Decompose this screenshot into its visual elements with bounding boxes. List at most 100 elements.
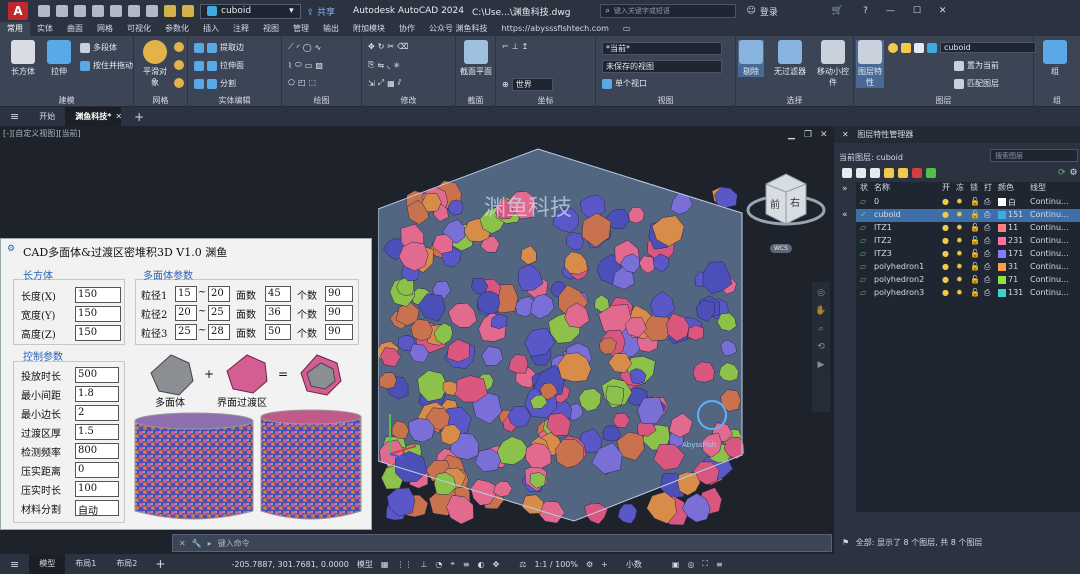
new-property-filter-icon[interactable] bbox=[842, 168, 852, 178]
explode-icon[interactable]: ✳ bbox=[393, 61, 400, 70]
layer-lock-icon[interactable]: 🔓 bbox=[970, 210, 980, 219]
gizmo-status-icon[interactable]: ✥ bbox=[493, 560, 500, 569]
ucs-world-dropdown[interactable]: ⊕ 世界 bbox=[502, 78, 553, 91]
help-icon[interactable]: ? bbox=[863, 6, 868, 16]
zoom-scale-dropdown[interactable]: 1:1 / 100% bbox=[534, 560, 578, 569]
col-status[interactable]: 状 bbox=[860, 182, 868, 195]
layer-color-swatch[interactable] bbox=[998, 289, 1006, 297]
snap-icon[interactable]: ⋮⋮ bbox=[396, 560, 412, 569]
size-min-input[interactable]: 15 bbox=[175, 286, 197, 302]
model-space-toggle[interactable]: 模型 bbox=[357, 559, 373, 570]
palette-close-icon[interactable]: ✕ bbox=[842, 130, 849, 139]
layer-states-icon[interactable] bbox=[870, 168, 880, 178]
layer-color[interactable]: 131 bbox=[1008, 288, 1023, 297]
layer-freeze-icon[interactable]: ✹ bbox=[956, 197, 963, 206]
showmotion-icon[interactable]: ▶ bbox=[818, 360, 825, 370]
arc-icon[interactable]: ◜ bbox=[297, 43, 300, 52]
layer-lock-icon[interactable]: 🔓 bbox=[970, 275, 980, 284]
layer-lock-icon[interactable]: 🔓 bbox=[970, 236, 980, 245]
layer-color-swatch[interactable] bbox=[998, 198, 1006, 206]
layer-color-swatch[interactable] bbox=[998, 276, 1006, 284]
no-filter-button[interactable]: 无过滤器 bbox=[770, 40, 810, 77]
plot-icon[interactable] bbox=[110, 5, 122, 17]
separate-button[interactable]: 分割 bbox=[194, 78, 236, 89]
layer-on-icon[interactable]: ● bbox=[942, 262, 949, 271]
col-on[interactable]: 开 bbox=[942, 182, 950, 195]
region-icon[interactable]: ◰ bbox=[298, 78, 306, 87]
cmd-prompt-icon[interactable]: ▸ bbox=[208, 539, 212, 548]
settings-icon[interactable]: ⚙ bbox=[1070, 168, 1078, 178]
layer-color-swatch[interactable] bbox=[998, 250, 1006, 258]
isolate-icon[interactable]: ◎ bbox=[687, 560, 694, 569]
polysolid-button[interactable]: 多段体 bbox=[80, 42, 117, 53]
viewport-close-icon[interactable]: ✕ bbox=[820, 130, 828, 140]
annotate-plus-icon[interactable]: + bbox=[601, 560, 608, 569]
count-input[interactable]: 90 bbox=[325, 305, 353, 321]
annotation-scale-icon[interactable]: ⚖ bbox=[519, 560, 526, 569]
section-plane-button[interactable]: 截面平面 bbox=[460, 40, 492, 77]
box-button[interactable]: 长方体 bbox=[6, 40, 40, 77]
save-as-icon[interactable] bbox=[92, 5, 104, 17]
transparency-icon[interactable]: ◐ bbox=[478, 560, 485, 569]
clean-screen-icon[interactable]: ⛶ bbox=[702, 559, 708, 569]
search-input[interactable]: ⌕ 键入关键字或短语 bbox=[600, 4, 737, 18]
ellipse-icon[interactable]: ⬭ bbox=[295, 60, 302, 70]
count-input[interactable]: 90 bbox=[325, 324, 353, 340]
tab-insert[interactable]: 插入 bbox=[196, 22, 226, 36]
layer-linetype[interactable]: Continu... bbox=[1030, 223, 1069, 232]
mesh-crease-icon[interactable] bbox=[174, 78, 184, 88]
layer-row[interactable]: ▱ polyhedron2 ● ✹ 🔓 ⎙ 71 Continu... bbox=[856, 274, 1080, 287]
polyline-icon[interactable]: ⌇ bbox=[288, 61, 292, 70]
pan-icon[interactable]: ✋ bbox=[815, 306, 826, 316]
refresh-icon[interactable]: ⟳ bbox=[1058, 168, 1066, 178]
tab-surface[interactable]: 曲面 bbox=[60, 22, 90, 36]
filter-icon[interactable]: ⚑ bbox=[842, 538, 849, 547]
tab-model[interactable]: 模型 bbox=[29, 554, 66, 574]
layer-plot-icon[interactable]: ⎙ bbox=[984, 197, 990, 207]
match-layer-button[interactable]: 匹配图层 bbox=[954, 78, 999, 89]
layer-linetype[interactable]: Continu... bbox=[1030, 236, 1069, 245]
layer-plot-icon[interactable]: ⎙ bbox=[984, 288, 990, 298]
new-file-icon[interactable] bbox=[38, 5, 50, 17]
col-freeze[interactable]: 冻 bbox=[956, 182, 964, 195]
layer-row[interactable]: ▱ ITZ1 ● ✹ 🔓 ⎙ 11 Continu... bbox=[856, 222, 1080, 235]
sun-icon[interactable] bbox=[182, 5, 194, 17]
layer-linetype[interactable]: Continu... bbox=[1030, 197, 1069, 206]
layer-plot-icon[interactable]: ⎙ bbox=[984, 236, 990, 246]
login-button[interactable]: 登录 bbox=[760, 5, 778, 18]
tab-mesh[interactable]: 网格 bbox=[90, 22, 120, 36]
layer-plot-icon[interactable]: ⎙ bbox=[984, 223, 990, 233]
ucs-z-icon[interactable]: ↥ bbox=[522, 42, 529, 51]
tab-visualize[interactable]: 可视化 bbox=[120, 22, 158, 36]
array-icon[interactable]: ▦ bbox=[387, 79, 395, 88]
copy-icon[interactable]: ⎘ bbox=[368, 60, 374, 70]
offset-icon[interactable]: ⫽ bbox=[398, 78, 402, 88]
tab-collaborate[interactable]: 协作 bbox=[392, 22, 422, 36]
layer-plot-icon[interactable]: ⎙ bbox=[984, 210, 990, 220]
trim-icon[interactable]: ✂ bbox=[387, 42, 394, 51]
tab-annotate[interactable]: 注释 bbox=[226, 22, 256, 36]
layer-color[interactable]: 71 bbox=[1008, 275, 1018, 284]
scale-icon[interactable]: ⤢ bbox=[378, 78, 384, 88]
wcs-menu[interactable]: WCS bbox=[770, 244, 792, 253]
col-plot[interactable]: 打 bbox=[984, 182, 992, 195]
tab-home[interactable]: 常用 bbox=[0, 22, 30, 36]
stretch-icon[interactable]: ⇲ bbox=[368, 79, 375, 88]
mesh-refine-icon[interactable] bbox=[174, 60, 184, 70]
tab-more-icon[interactable]: ▭ bbox=[616, 22, 638, 36]
extrude-button[interactable]: 拉伸 bbox=[44, 40, 74, 77]
size-min-input[interactable]: 20 bbox=[175, 305, 197, 321]
save-icon[interactable] bbox=[74, 5, 86, 17]
layer-freeze-icon[interactable]: ✹ bbox=[956, 288, 963, 297]
close-tab-icon[interactable]: ✕ bbox=[115, 112, 122, 121]
grid-icon[interactable]: ▦ bbox=[381, 560, 389, 569]
layer-freeze-icon[interactable]: ✹ bbox=[956, 236, 963, 245]
layer-on-icon[interactable]: ● bbox=[942, 197, 949, 206]
mesh-sphere-icon[interactable] bbox=[174, 42, 184, 52]
maximize-icon[interactable]: ☐ bbox=[913, 6, 921, 16]
faces-input[interactable]: 45 bbox=[265, 286, 291, 302]
new-layer-frozen-icon[interactable] bbox=[898, 168, 908, 178]
hatch-icon[interactable]: ▨ bbox=[315, 61, 323, 70]
new-layer-icon[interactable] bbox=[884, 168, 894, 178]
ribbon-layer-dropdown[interactable]: cuboid bbox=[888, 42, 1036, 53]
